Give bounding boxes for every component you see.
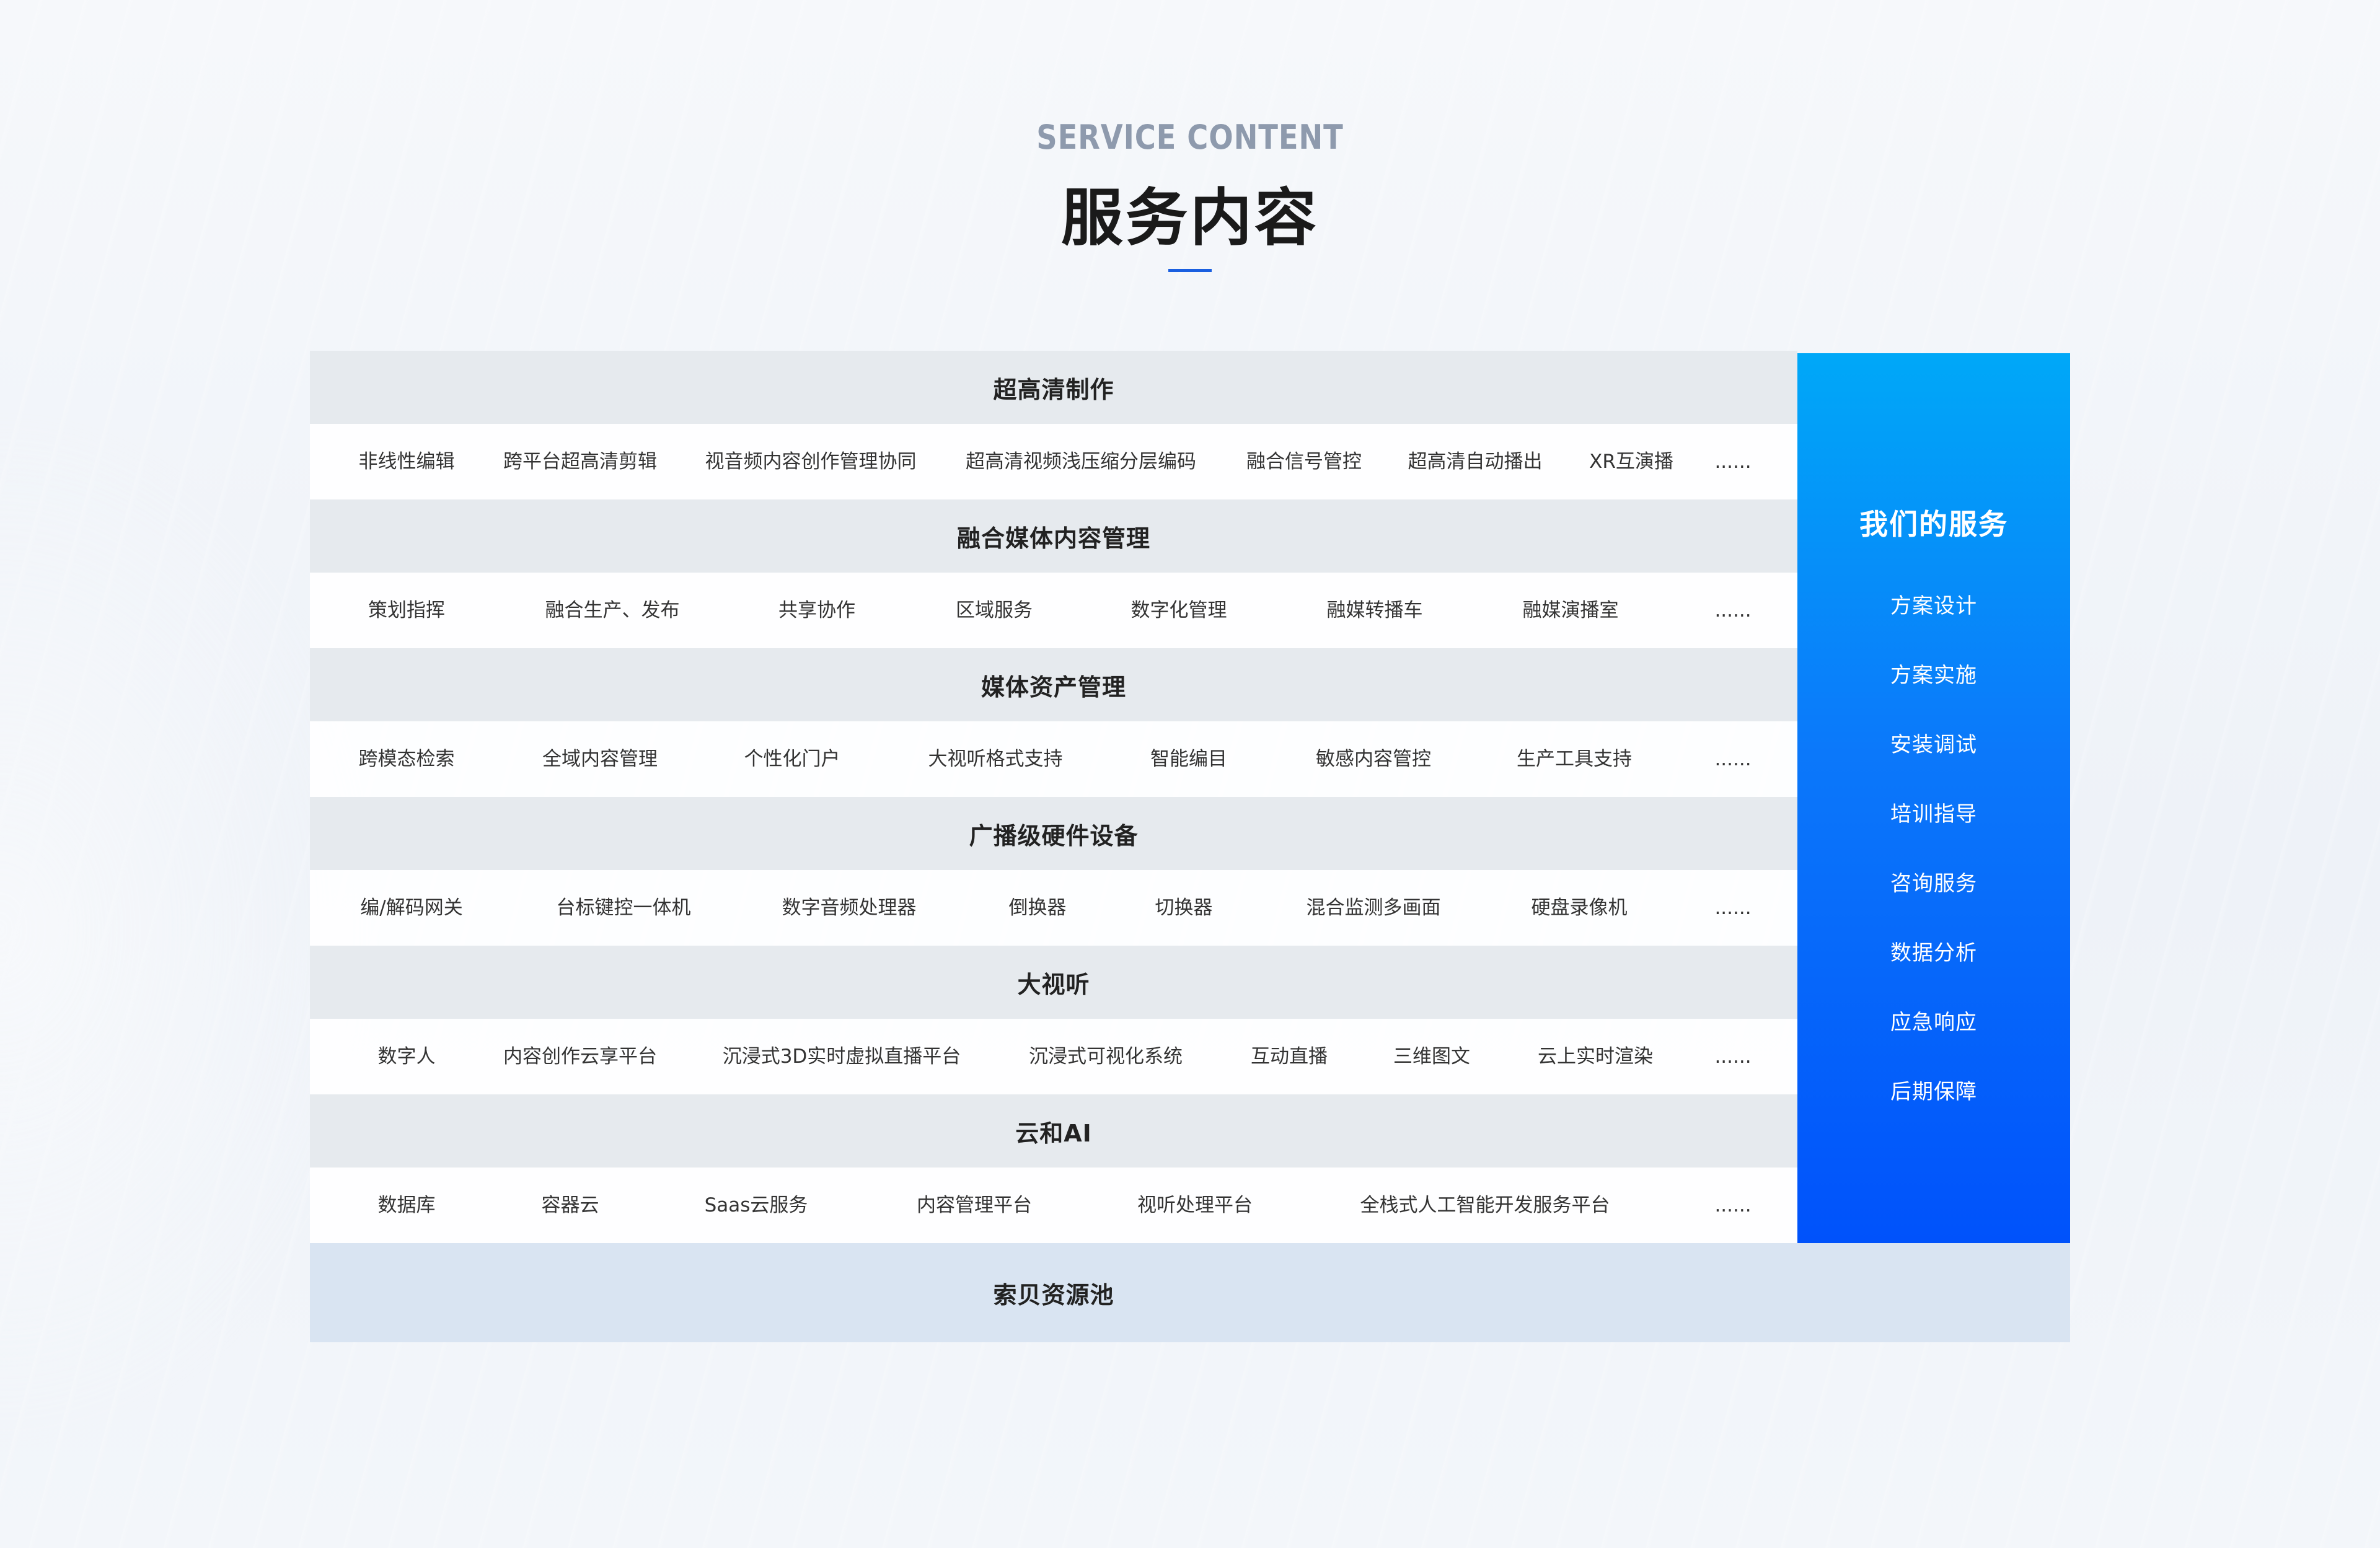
- category-item[interactable]: 个性化门户: [744, 721, 840, 797]
- more-items-ellipsis[interactable]: ......: [1714, 721, 1751, 797]
- category-item[interactable]: 切换器: [1155, 870, 1213, 946]
- category-item[interactable]: 超高清视频浅压缩分层编码: [966, 424, 1196, 499]
- service-item[interactable]: 方案实施: [1797, 658, 2070, 688]
- category-heading: 超高清制作: [310, 351, 1797, 424]
- category-item[interactable]: 全栈式人工智能开发服务平台: [1360, 1168, 1610, 1243]
- category-items-row: 跨模态检索 全域内容管理 个性化门户 大视听格式支持 智能编目 敏感内容管控 生产工具支持.…: [310, 721, 1797, 797]
- category-item[interactable]: 硬盘录像机: [1532, 870, 1628, 946]
- category-heading: 大视听: [310, 946, 1797, 1019]
- category-heading: 融合媒体内容管理: [310, 499, 1797, 573]
- category-item[interactable]: 视音频内容创作管理协同: [705, 424, 917, 499]
- category-item[interactable]: 内容管理平台: [917, 1168, 1032, 1243]
- category-item[interactable]: 数字人: [378, 1019, 436, 1094]
- category-item[interactable]: 共享协作: [778, 573, 855, 648]
- category-items-row: 非线性编辑 跨平台超高清剪辑 视音频内容创作管理协同 超高清视频浅压缩分层编码 融合信号…: [310, 424, 1797, 499]
- category-item[interactable]: 区域服务: [956, 573, 1033, 648]
- category-item[interactable]: 混合监测多画面: [1307, 870, 1441, 946]
- more-items-ellipsis[interactable]: ......: [1714, 573, 1751, 648]
- category-item[interactable]: 智能编目: [1150, 721, 1227, 797]
- more-items-ellipsis[interactable]: ......: [1714, 870, 1751, 946]
- section-title: 服务内容: [1061, 182, 1319, 254]
- more-items-ellipsis[interactable]: ......: [1714, 1019, 1751, 1094]
- resource-pool-label: 索贝资源池: [993, 1281, 1114, 1309]
- service-item[interactable]: 后期保障: [1797, 1075, 2070, 1105]
- category-item[interactable]: XR互演播: [1589, 424, 1673, 499]
- category-item[interactable]: 沉浸式可视化系统: [1029, 1019, 1183, 1094]
- service-item[interactable]: 数据分析: [1797, 936, 2070, 966]
- category-items-row: 策划指挥 融合生产、发布 共享协作 区域服务 数字化管理 融媒转播车 融媒演播室......: [310, 573, 1797, 648]
- service-item[interactable]: 应急响应: [1797, 1005, 2070, 1036]
- section-title-en: SERVICE CONTENT: [1036, 118, 1344, 157]
- service-categories: 超高清制作 非线性编辑 跨平台超高清剪辑 视音频内容创作管理协同 超高清视频浅压缩分层编…: [310, 351, 1797, 1243]
- category-item[interactable]: 大视听格式支持: [928, 721, 1063, 797]
- category-item[interactable]: 数字化管理: [1131, 573, 1227, 648]
- category-heading: 广播级硬件设备: [310, 797, 1797, 870]
- category-item[interactable]: 融媒演播室: [1523, 573, 1619, 648]
- our-services-title: 我们的服务: [1859, 508, 2008, 541]
- category-items-row: 数字人 内容创作云享平台 沉浸式3D实时虚拟直播平台 沉浸式可视化系统 互动直播 三维图文…: [310, 1019, 1797, 1094]
- category-item[interactable]: 视听处理平台: [1137, 1168, 1253, 1243]
- category-item[interactable]: 云上实时渲染: [1538, 1019, 1653, 1094]
- more-items-ellipsis[interactable]: ......: [1714, 1168, 1751, 1243]
- service-item[interactable]: 培训指导: [1797, 797, 2070, 827]
- category-item[interactable]: 生产工具支持: [1517, 721, 1632, 797]
- category-item[interactable]: 策划指挥: [368, 573, 445, 648]
- category-heading: 云和AI: [310, 1094, 1797, 1168]
- category-item[interactable]: 容器云: [542, 1168, 599, 1243]
- category-item[interactable]: 敏感内容管控: [1316, 721, 1431, 797]
- category-item[interactable]: 跨平台超高清剪辑: [503, 424, 657, 499]
- category-item[interactable]: 数据库: [378, 1168, 436, 1243]
- category-item[interactable]: 全域内容管理: [542, 721, 658, 797]
- category-items-row: 数据库 容器云 Saas云服务 内容管理平台 视听处理平台 全栈式人工智能开发服务平台..…: [310, 1168, 1797, 1243]
- category-item[interactable]: 编/解码网关: [360, 870, 462, 946]
- category-item[interactable]: 跨模态检索: [359, 721, 455, 797]
- service-item[interactable]: 安装调试: [1797, 728, 2070, 758]
- category-item[interactable]: 非线性编辑: [359, 424, 455, 499]
- category-item[interactable]: 内容创作云享平台: [503, 1019, 657, 1094]
- service-item[interactable]: 方案设计: [1797, 589, 2070, 619]
- category-item[interactable]: 倒换器: [1009, 870, 1067, 946]
- category-item[interactable]: 互动直播: [1251, 1019, 1328, 1094]
- category-item[interactable]: 超高清自动播出: [1408, 424, 1543, 499]
- our-services-panel: 我们的服务 方案设计 方案实施 安装调试 培训指导 咨询服务 数据分析 应急响应…: [1797, 353, 2070, 1243]
- more-items-ellipsis[interactable]: ......: [1714, 424, 1751, 499]
- resource-pool-bar: 索贝资源池: [310, 1243, 2070, 1342]
- category-items-row: 编/解码网关 台标键控一体机 数字音频处理器 倒换器 切换器 混合监测多画面 硬盘录像机..…: [310, 870, 1797, 946]
- category-item[interactable]: Saas云服务: [705, 1168, 808, 1243]
- category-item[interactable]: 融合生产、发布: [545, 573, 680, 648]
- category-heading: 媒体资产管理: [310, 648, 1797, 721]
- category-item[interactable]: 融合信号管控: [1246, 424, 1362, 499]
- category-item[interactable]: 台标键控一体机: [557, 870, 691, 946]
- category-item[interactable]: 融媒转播车: [1327, 573, 1423, 648]
- category-item[interactable]: 数字音频处理器: [782, 870, 917, 946]
- category-item[interactable]: 三维图文: [1393, 1019, 1470, 1094]
- service-item[interactable]: 咨询服务: [1797, 866, 2070, 897]
- category-item[interactable]: 沉浸式3D实时虚拟直播平台: [723, 1019, 961, 1094]
- title-underline: [1168, 269, 1212, 272]
